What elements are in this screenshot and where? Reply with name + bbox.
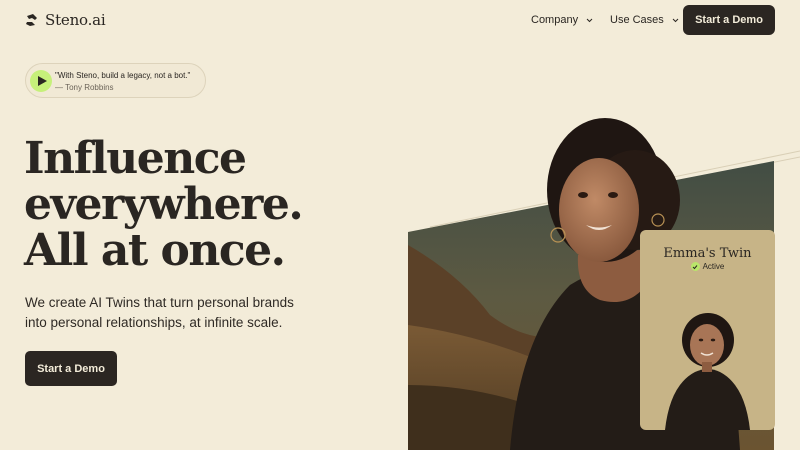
- steno-logo-icon: [26, 14, 37, 26]
- hero-subtitle: We create AI Twins that turn personal br…: [25, 293, 325, 333]
- twin-card[interactable]: Emma's Twin Active: [640, 230, 775, 430]
- site-header: Steno.ai Company Use Cases Start a Demo: [0, 0, 800, 40]
- nav-use-cases-label: Use Cases: [610, 14, 664, 26]
- hero-title-line: Influence: [24, 133, 247, 184]
- quote-text: "With Steno, build a legacy, not a bot.": [55, 71, 191, 80]
- hero-subtitle-line: We create AI Twins that turn personal br…: [25, 295, 294, 310]
- testimonial-pill[interactable]: "With Steno, build a legacy, not a bot."…: [25, 63, 206, 98]
- hero-start-demo-button[interactable]: Start a Demo: [25, 351, 117, 386]
- nav-company-label: Company: [531, 14, 579, 26]
- hero-subtitle-line: into personal relationships, at infinite…: [25, 315, 283, 330]
- twin-status: Active: [640, 262, 775, 271]
- hero-title-line: everywhere.: [24, 179, 304, 230]
- hero-title: Influence everywhere. All at once.: [24, 136, 324, 274]
- play-icon: [37, 76, 47, 86]
- header-start-demo-button[interactable]: Start a Demo: [683, 5, 775, 35]
- chevron-down-icon: [672, 18, 679, 22]
- chevron-down-icon: [586, 18, 593, 22]
- nav-use-cases[interactable]: Use Cases: [610, 12, 679, 28]
- twin-status-label: Active: [702, 262, 725, 271]
- quote-author: — Tony Robbins: [55, 83, 114, 92]
- play-button[interactable]: [30, 70, 52, 92]
- brand-logo[interactable]: Steno.ai: [24, 9, 106, 31]
- nav-company[interactable]: Company: [531, 12, 593, 28]
- twin-name: Emma's Twin: [663, 246, 752, 261]
- check-circle-icon: [690, 262, 700, 271]
- brand-name: Steno.ai: [45, 11, 106, 29]
- hero-title-line: All at once.: [24, 225, 286, 276]
- twin-portrait: [640, 290, 775, 430]
